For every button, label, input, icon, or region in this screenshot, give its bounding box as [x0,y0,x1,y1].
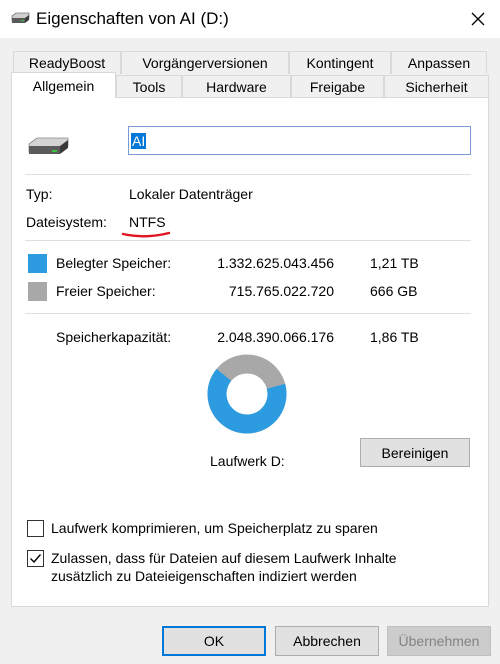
drive-name-input[interactable]: AI [128,126,471,155]
index-label-line1: Zulassen, dass für Dateien auf diesem La… [51,550,397,566]
compress-checkbox[interactable] [27,520,44,537]
free-space-swatch [28,282,47,301]
tab-anpassen[interactable]: Anpassen [391,51,487,74]
tab-freigabe[interactable]: Freigabe [291,75,384,98]
used-space-label: Belegter Speicher: [56,255,172,271]
check-icon [30,554,42,564]
compress-label: Laufwerk komprimieren, um Speicherplatz … [51,520,378,536]
free-space-bytes: 715.765.022.720 [228,283,334,299]
divider [25,240,471,241]
drive-letter-label: Laufwerk D: [210,453,285,469]
tab-tools[interactable]: Tools [116,75,182,98]
capacity-human: 1,86 TB [370,329,419,345]
apply-button[interactable]: Übernehmen [387,626,491,656]
drive-name-selection: AI [131,132,147,149]
tab-sicherheit[interactable]: Sicherheit [384,75,489,98]
type-label: Typ: [26,186,53,202]
close-icon [471,12,484,26]
index-checkbox[interactable] [27,550,44,567]
used-space-human: 1,21 TB [370,255,419,271]
drive-icon [11,12,30,23]
cleanup-button[interactable]: Bereinigen [360,438,470,467]
tab-kontingent[interactable]: Kontingent [289,51,391,74]
annotation-underline [121,231,171,238]
cancel-button[interactable]: Abbrechen [275,626,379,656]
tab-hardware[interactable]: Hardware [182,75,291,98]
free-space-label: Freier Speicher: [56,283,156,299]
close-button[interactable] [455,0,500,38]
filesystem-label: Dateisystem: [26,214,107,230]
type-value: Lokaler Datenträger [129,186,253,202]
free-space-human: 666 GB [370,283,418,299]
capacity-bytes: 2.048.390.066.176 [217,329,334,345]
drive-icon [28,137,69,154]
tab-allgemein[interactable]: Allgemein [11,72,116,98]
usage-donut-chart [207,354,287,434]
capacity-label: Speicherkapazität: [56,329,172,345]
index-label-line2: zusätzlich zu Dateieigenschaften indizie… [51,568,357,584]
window-title: Eigenschaften von AI (D:) [36,9,229,28]
used-space-swatch [28,254,47,273]
tab-vorgaengerversionen[interactable]: Vorgängerversionen [121,51,289,74]
divider [25,313,471,314]
divider [25,174,471,175]
tab-readyboost[interactable]: ReadyBoost [13,51,121,74]
ok-button[interactable]: OK [162,626,266,656]
used-space-bytes: 1.332.625.043.456 [217,255,334,271]
